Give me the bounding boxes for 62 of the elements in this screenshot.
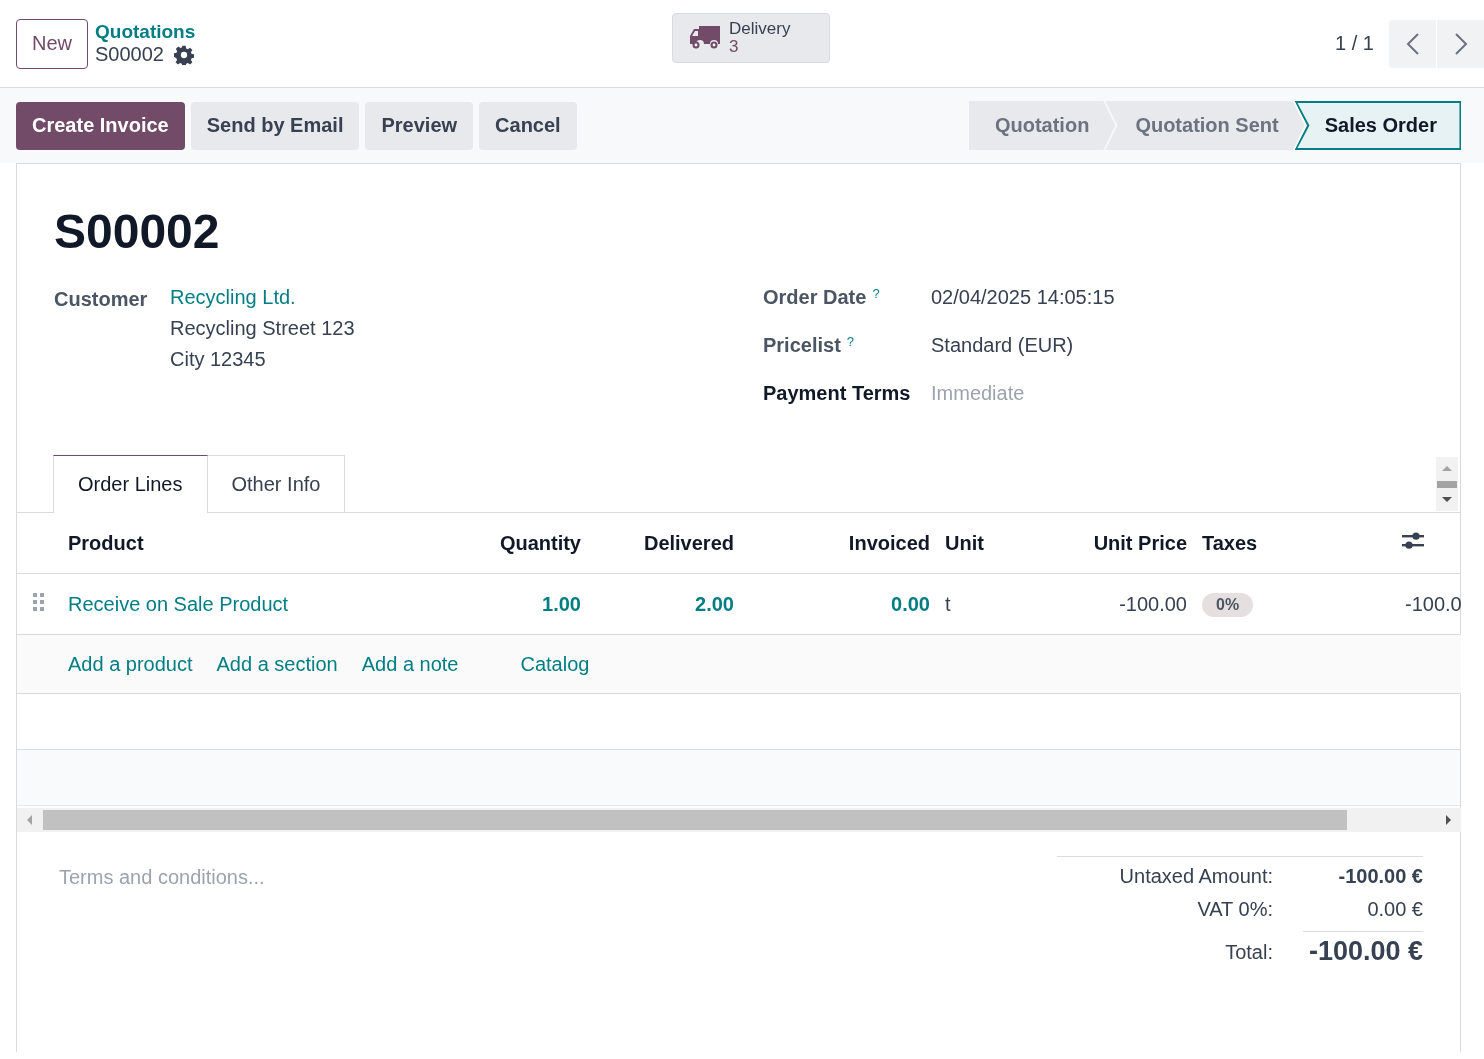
column-header[interactable]: Unit [945,531,984,554]
total-label: Untaxed Amount: [1118,865,1273,888]
column-header[interactable]: Product [68,531,144,554]
total-label: VAT 0%: [1196,898,1273,921]
column-header[interactable]: Quantity [499,531,581,554]
settings-icon[interactable] [174,44,194,65]
table-cell: t [945,592,951,615]
quantity-cell: 1.00 [542,592,581,615]
add-line-link[interactable]: Add a section [216,652,338,676]
chevron-left-icon [1405,32,1420,55]
new-button[interactable]: New [16,18,88,69]
delivery-button[interactable]: Delivery 3 [672,13,830,63]
action-button[interactable]: Send by Email [190,101,360,150]
settings-sliders-icon[interactable] [1402,530,1424,551]
quantity-cell: 2.00 [695,592,734,615]
action-button[interactable]: Create Invoice [16,101,185,150]
column-header[interactable]: Unit Price [1093,531,1187,554]
help-tooltip[interactable]: ? [872,286,880,309]
add-line-link[interactable]: Add a note [361,652,459,676]
add-line-link[interactable]: Catalog [520,652,590,676]
quantity-cell: 0.00 [891,592,930,615]
table-cell: -100.0 [1405,592,1461,615]
pager-value: 1 / 1 [1335,32,1374,55]
total-label: Total: [1224,940,1273,965]
status-stage[interactable]: Sales Order [1294,101,1461,150]
field-label: Pricelist [763,334,841,357]
total-value: -100.00 € [1303,931,1423,967]
notebook-tab[interactable]: Other Info [207,455,346,512]
address-line: Recycling Street 123 [170,317,355,340]
add-line-link[interactable]: Add a product [68,652,193,676]
tax-tag: 0% [1202,592,1254,617]
record-name: S00002 [95,43,164,66]
action-button[interactable]: Cancel [479,101,577,150]
column-header[interactable]: Delivered [643,531,734,554]
next-button[interactable] [1437,19,1484,68]
total-value: -100.00 € [1337,865,1423,888]
status-stage[interactable]: Quotation [968,101,1116,150]
field-label: Order Date [763,286,867,309]
scrollbar-drawing [1436,457,1458,511]
delivery-count: 3 [729,38,740,56]
record-title: S00002 [53,204,221,256]
action-button[interactable]: Preview [365,101,474,150]
table-cell: -100.00 [1119,592,1187,615]
field-label: Payment Terms [763,382,911,405]
address-line: City 12345 [170,348,267,371]
previous-button[interactable] [1389,19,1436,68]
chevron-right-icon [1453,32,1468,55]
field-label: Customer [54,287,149,312]
product-link[interactable]: Receive on Sale Product [68,592,289,615]
drag-handle-icon [32,591,46,612]
truck-icon [689,25,721,51]
help-tooltip[interactable]: ? [846,334,855,357]
notebook-tab[interactable]: Order Lines [53,455,208,513]
breadcrumb-link[interactable]: Quotations [95,21,196,43]
status-stage[interactable]: Quotation Sent [1105,101,1305,150]
delivery-label: Delivery [729,20,791,38]
field-value[interactable]: Standard (EUR) [931,334,1074,357]
field-value[interactable]: 02/04/2025 14:05:15 [931,286,1115,309]
column-header[interactable]: Taxes [1202,531,1258,554]
customer-link[interactable]: Recycling Ltd. [170,286,355,309]
column-header[interactable]: Invoiced [848,531,930,554]
total-value: 0.00 € [1366,898,1423,921]
